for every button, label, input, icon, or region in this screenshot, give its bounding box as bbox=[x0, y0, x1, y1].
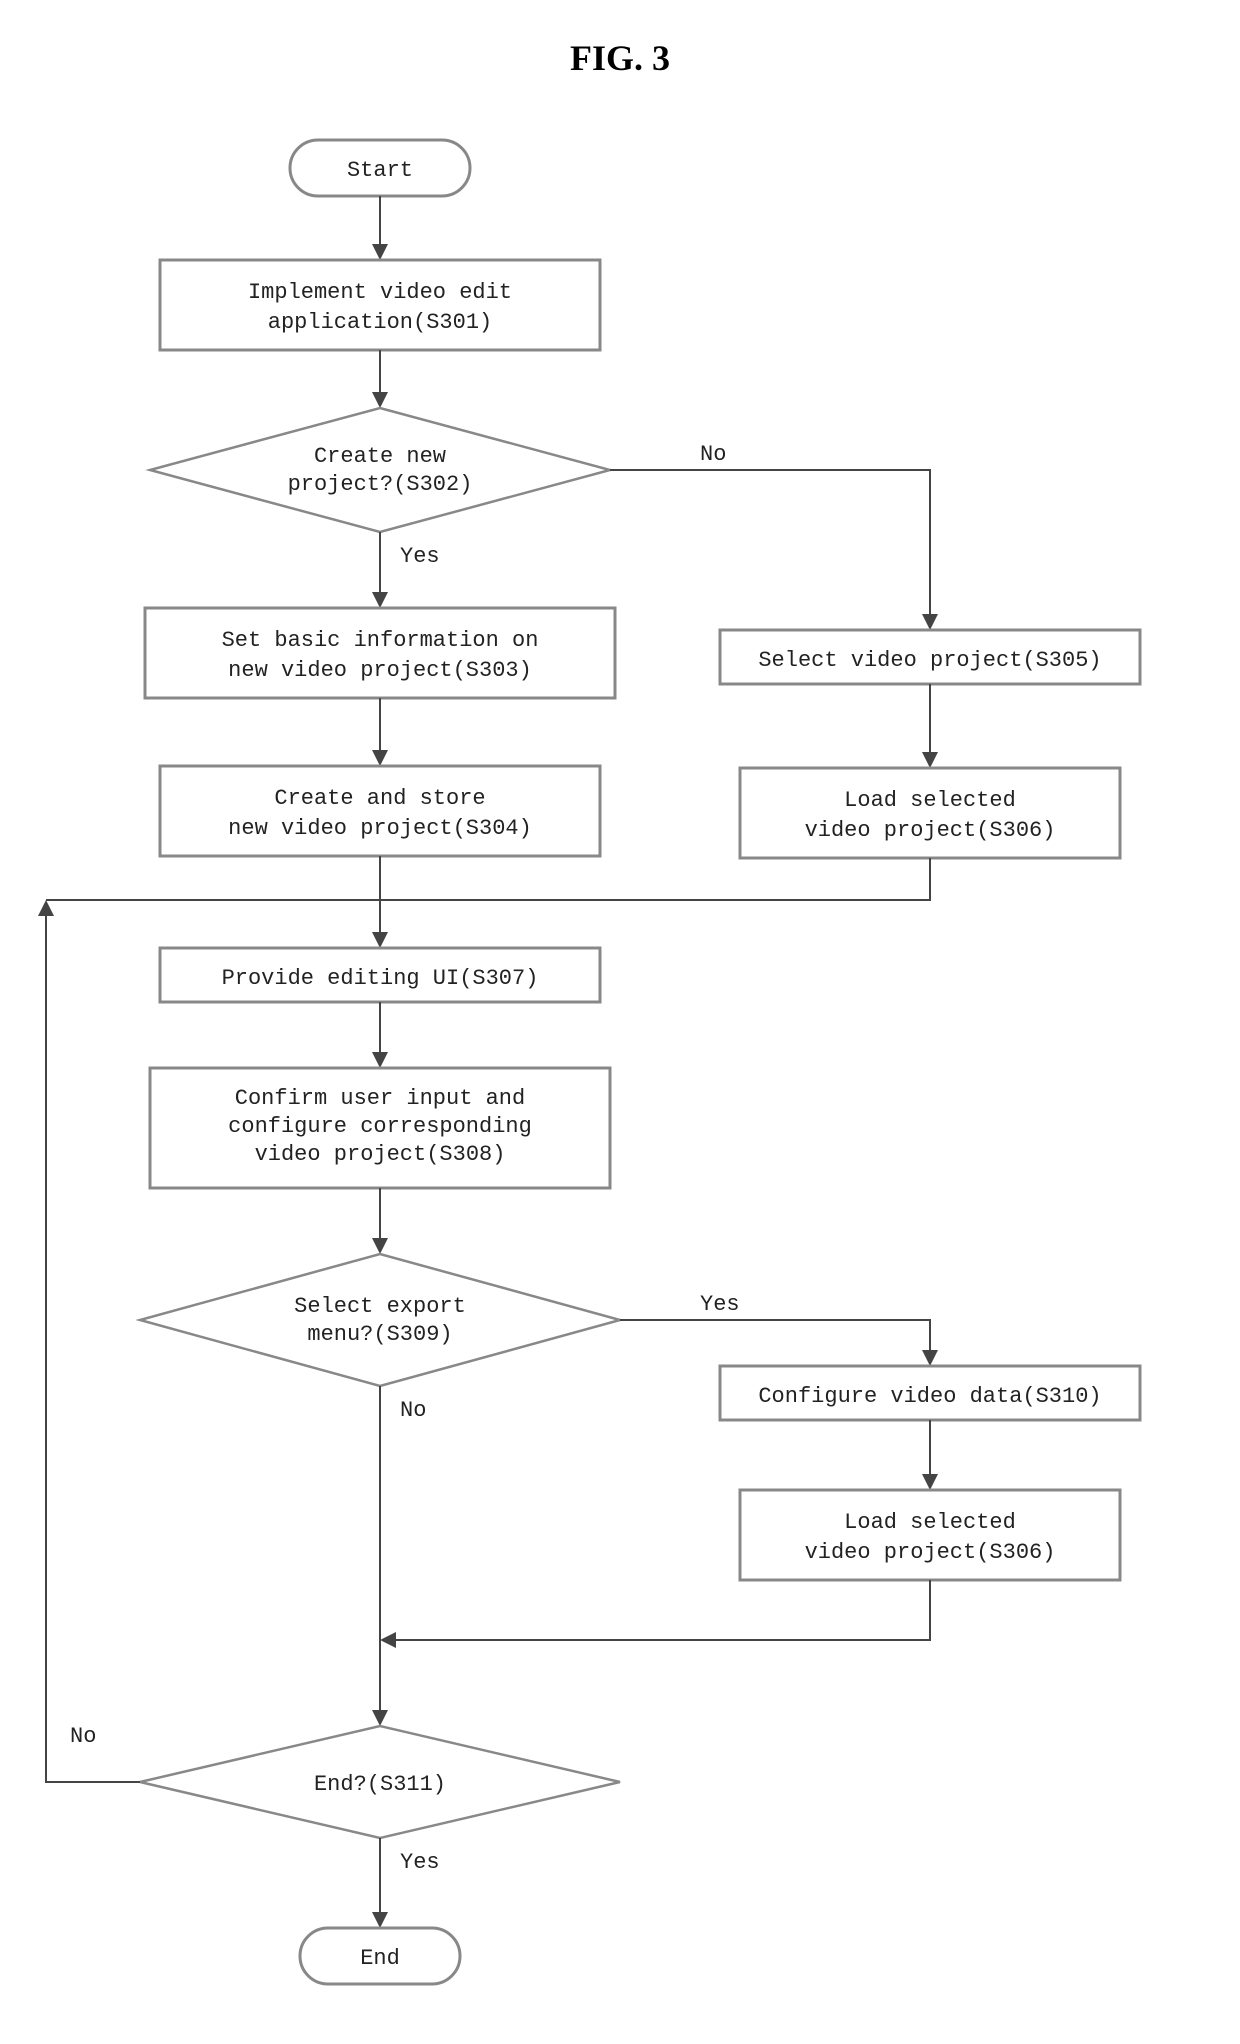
process-s306b bbox=[740, 1490, 1120, 1580]
figure-title: FIG. 3 bbox=[570, 38, 670, 78]
s311-line: End?(S311) bbox=[314, 1772, 446, 1797]
s303-line2: new video project(S303) bbox=[228, 658, 532, 683]
s302-line1: Create new bbox=[314, 444, 446, 469]
s306b-line2: video project(S306) bbox=[805, 1540, 1056, 1565]
s309-no-label: No bbox=[400, 1398, 426, 1423]
end-label: End bbox=[360, 1946, 400, 1971]
s306b-line1: Load selected bbox=[844, 1510, 1016, 1535]
s311-no-label: No bbox=[70, 1724, 96, 1749]
s310-line: Configure video data(S310) bbox=[758, 1384, 1101, 1409]
s309-yes-label: Yes bbox=[700, 1292, 740, 1317]
s302-no-label: No bbox=[700, 442, 726, 467]
s301-line1: Implement video edit bbox=[248, 280, 512, 305]
s302-yes-label: Yes bbox=[400, 544, 440, 569]
s306-line2: video project(S306) bbox=[805, 818, 1056, 843]
s309-line1: Select export bbox=[294, 1294, 466, 1319]
s305-line: Select video project(S305) bbox=[758, 648, 1101, 673]
decision-s302 bbox=[150, 408, 610, 532]
s303-line1: Set basic information on bbox=[222, 628, 539, 653]
s304-line1: Create and store bbox=[274, 786, 485, 811]
s306-line1: Load selected bbox=[844, 788, 1016, 813]
process-s301 bbox=[160, 260, 600, 350]
s308-line2: configure corresponding bbox=[228, 1114, 532, 1139]
s301-line2: application(S301) bbox=[268, 310, 492, 335]
s311-yes-label: Yes bbox=[400, 1850, 440, 1875]
flowchart-svg: FIG. 3 Start Implement video edit applic… bbox=[0, 0, 1240, 2044]
process-s304 bbox=[160, 766, 600, 856]
s308-line1: Confirm user input and bbox=[235, 1086, 525, 1111]
s304-line2: new video project(S304) bbox=[228, 816, 532, 841]
s307-line: Provide editing UI(S307) bbox=[222, 966, 539, 991]
s308-line3: video project(S308) bbox=[255, 1142, 506, 1167]
s309-line2: menu?(S309) bbox=[307, 1322, 452, 1347]
process-s303 bbox=[145, 608, 615, 698]
s302-line2: project?(S302) bbox=[288, 472, 473, 497]
start-label: Start bbox=[347, 158, 413, 183]
decision-s309 bbox=[140, 1254, 620, 1386]
process-s306 bbox=[740, 768, 1120, 858]
